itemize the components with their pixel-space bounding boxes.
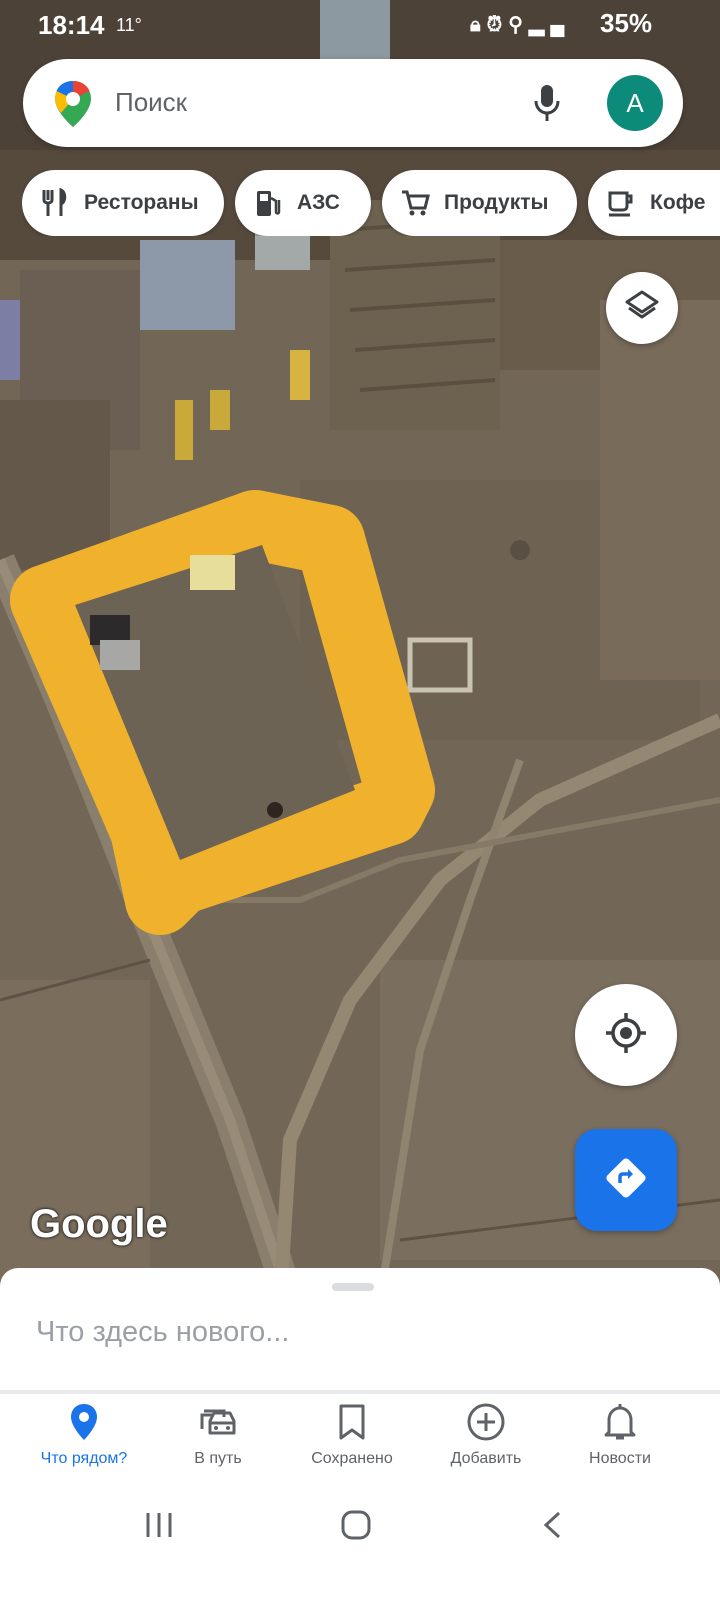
status-bar: 18:14 11° 🔒︎⏰︎⚲▂▄ 35% <box>0 0 720 46</box>
chip-label: АЗС <box>297 191 340 214</box>
avatar[interactable]: A <box>607 75 663 131</box>
chip-coffee[interactable]: Кофе <box>588 170 720 236</box>
status-temperature: 11° <box>116 15 142 35</box>
whats-new-prompt[interactable]: Что здесь нового... <box>36 1316 289 1349</box>
home-icon[interactable] <box>340 1510 372 1545</box>
bottom-sheet[interactable]: Что здесь нового... <box>0 1268 720 1390</box>
google-logo: Google <box>30 1202 168 1246</box>
chip-restaurants[interactable]: Рестораны <box>22 170 224 236</box>
location-pin-icon <box>69 1402 99 1447</box>
gas-station-icon <box>253 188 283 218</box>
nav-saved[interactable]: Сохранено <box>285 1402 419 1468</box>
nav-label: Добавить <box>450 1450 522 1467</box>
microphone-icon[interactable] <box>531 83 563 128</box>
nav-label: Сохранено <box>311 1450 393 1467</box>
battery-percent: 35% <box>600 8 653 38</box>
cart-icon <box>400 188 430 218</box>
nav-label: Новости <box>589 1450 651 1467</box>
location-icon: ⚲ <box>508 14 529 36</box>
drag-handle[interactable] <box>332 1283 374 1291</box>
chip-label: Кофе <box>650 191 706 214</box>
search-bar[interactable]: Поиск A <box>23 59 683 147</box>
status-icons: 🔒︎⏰︎⚲▂▄ <box>470 12 570 37</box>
directions-icon <box>604 1156 648 1205</box>
chip-groceries[interactable]: Продукты <box>382 170 577 236</box>
bell-icon <box>603 1402 637 1447</box>
nav-go[interactable]: В путь <box>151 1402 285 1468</box>
coffee-icon <box>606 188 636 218</box>
chip-gas-stations[interactable]: АЗС <box>235 170 371 236</box>
nav-updates[interactable]: Новости <box>553 1402 687 1468</box>
layers-icon <box>624 288 660 329</box>
add-circle-icon <box>466 1402 506 1447</box>
my-location-button[interactable] <box>575 984 677 1086</box>
back-icon[interactable] <box>540 1510 564 1545</box>
lock-icon: 🔒︎ <box>470 14 487 36</box>
category-chips: Рестораны АЗС Продукты Кофе <box>22 170 720 236</box>
bottom-navigation: Что рядом? В путь Сохранено Добавить Нов… <box>0 1394 720 1490</box>
car-icon <box>198 1405 238 1444</box>
nav-contribute[interactable]: Добавить <box>419 1402 553 1468</box>
chip-label: Продукты <box>444 191 549 214</box>
nav-explore[interactable]: Что рядом? <box>17 1402 151 1468</box>
chip-label: Рестораны <box>84 191 199 214</box>
search-input[interactable]: Поиск <box>115 87 187 118</box>
restaurant-icon <box>40 188 70 218</box>
status-time: 18:14 <box>38 10 105 40</box>
recent-apps-icon[interactable] <box>143 1510 175 1545</box>
bookmark-icon <box>337 1403 367 1446</box>
maps-logo-icon <box>53 79 93 134</box>
system-navigation-bar <box>0 1490 720 1600</box>
crosshair-icon <box>604 1011 648 1060</box>
signal-icon: ▂▄ <box>528 14 571 36</box>
directions-button[interactable] <box>575 1129 677 1231</box>
nav-label: Что рядом? <box>40 1450 128 1467</box>
alarm-icon: ⏰︎ <box>486 14 509 36</box>
layers-button[interactable] <box>606 272 678 344</box>
nav-label: В путь <box>194 1450 242 1467</box>
